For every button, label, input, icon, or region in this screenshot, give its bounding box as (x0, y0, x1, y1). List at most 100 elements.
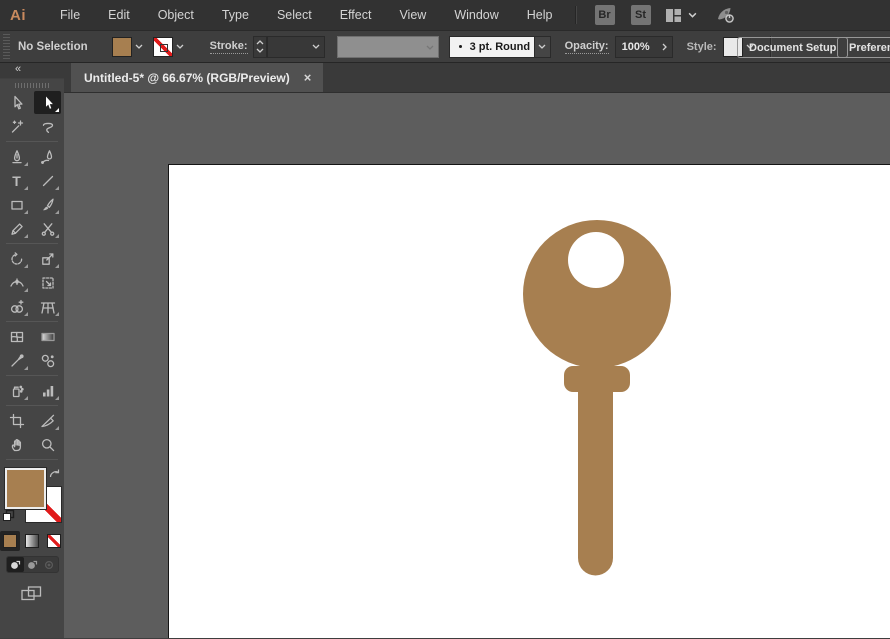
document-setup-button[interactable]: Document Setup (737, 37, 848, 58)
eyedropper-tool-icon (9, 353, 25, 369)
free-transform-tool[interactable] (34, 271, 61, 294)
artboard[interactable] (168, 164, 890, 638)
workspace-switcher-button[interactable] (665, 8, 697, 23)
pasteboard[interactable] (64, 93, 890, 638)
rotate-tool[interactable] (3, 247, 30, 270)
paintbrush-tool-icon (40, 197, 56, 213)
symbol-sprayer-tool[interactable] (3, 379, 30, 402)
preferences-button[interactable]: Preferences (837, 37, 890, 58)
menu-view[interactable]: View (385, 0, 440, 30)
menu-file[interactable]: File (46, 0, 94, 30)
toolbar-grip[interactable] (15, 83, 49, 88)
lasso-tool-icon (40, 119, 56, 135)
curvature-tool[interactable] (34, 145, 61, 168)
fill-color-dropdown[interactable] (112, 36, 147, 58)
draw-behind-icon (26, 559, 38, 571)
direct-selection-tool[interactable] (34, 91, 61, 114)
rectangle-tool[interactable] (3, 193, 30, 216)
shaper-tool[interactable] (3, 217, 30, 240)
toolbar-separator (6, 405, 58, 406)
menu-object[interactable]: Object (144, 0, 208, 30)
chevron-down-icon (256, 48, 264, 53)
zoom-tool-icon (40, 437, 56, 453)
scale-tool[interactable] (34, 247, 61, 270)
width-profile-chevron (423, 37, 438, 59)
brush-definition-face[interactable]: 3 pt. Round (449, 36, 535, 58)
width-tool[interactable] (3, 271, 30, 294)
type-tool-icon: T (12, 174, 21, 188)
magic-wand-tool[interactable] (3, 115, 30, 138)
stroke-weight-stepper[interactable] (253, 36, 267, 58)
draw-normal-button[interactable] (7, 557, 24, 572)
menu-window[interactable]: Window (440, 0, 512, 30)
swap-fill-stroke-icon (48, 468, 61, 480)
default-fill-stroke-button[interactable] (2, 509, 15, 527)
control-bar-grip[interactable] (3, 34, 10, 60)
menu-bar: Ai File Edit Object Type Select Effect V… (0, 0, 890, 30)
mesh-tool[interactable] (3, 325, 30, 348)
opacity-field[interactable]: 100% (615, 36, 673, 58)
lasso-tool[interactable] (34, 115, 61, 138)
stock-button[interactable]: St (631, 5, 651, 25)
opacity-expand-arrow[interactable] (658, 43, 672, 51)
menu-help[interactable]: Help (513, 0, 567, 30)
zoom-tool[interactable] (34, 433, 61, 456)
hand-tool[interactable] (3, 433, 30, 456)
stroke-color-dropdown[interactable] (153, 36, 188, 58)
width-profile-select[interactable] (337, 36, 439, 58)
color-button[interactable] (0, 531, 20, 551)
eyedropper-tool[interactable] (3, 349, 30, 372)
fill-color-swatch[interactable] (112, 37, 132, 57)
none-swatch-icon (47, 534, 61, 548)
toolbar-separator (6, 459, 58, 460)
stroke-weight-label[interactable]: Stroke: (210, 40, 248, 54)
opacity-label[interactable]: Opacity: (565, 40, 609, 54)
paintbrush-tool[interactable] (34, 193, 61, 216)
stroke-color-chevron[interactable] (173, 36, 188, 58)
menu-type[interactable]: Type (208, 0, 263, 30)
column-graph-tool[interactable] (34, 379, 61, 402)
selection-tool[interactable] (3, 91, 30, 114)
stroke-weight-select[interactable] (267, 36, 325, 58)
draw-behind-button[interactable] (24, 557, 41, 572)
fill-color-chevron[interactable] (132, 36, 147, 58)
change-screen-mode-button[interactable] (20, 585, 44, 603)
gradient-tool-icon (40, 329, 56, 345)
key-stem-shape[interactable] (578, 375, 613, 576)
draw-inside-button[interactable] (41, 557, 58, 572)
menu-edit[interactable]: Edit (94, 0, 144, 30)
none-button[interactable] (44, 531, 64, 551)
scissors-tool[interactable] (34, 217, 61, 240)
perspective-grid-tool[interactable] (34, 295, 61, 318)
stroke-weight-chevron[interactable] (309, 36, 324, 58)
key-artwork[interactable] (169, 165, 890, 638)
menu-select[interactable]: Select (263, 0, 326, 30)
shape-builder-tool[interactable] (3, 295, 30, 318)
menu-effect[interactable]: Effect (326, 0, 386, 30)
swap-fill-stroke-button[interactable] (48, 467, 61, 485)
opacity-value: 100% (622, 41, 650, 53)
type-tool[interactable]: T (3, 169, 30, 192)
fill-proxy-swatch[interactable] (5, 468, 46, 509)
brush-definition-select[interactable]: 3 pt. Round (449, 36, 551, 58)
key-hole-shape[interactable] (568, 232, 624, 288)
pen-tool[interactable] (3, 145, 30, 168)
gradient-tool[interactable] (34, 325, 61, 348)
gpu-performance-button[interactable] (715, 5, 737, 25)
tools-panel: « (0, 63, 64, 638)
bridge-button[interactable]: Br (595, 5, 615, 25)
scissors-tool-icon (40, 221, 56, 237)
brush-definition-chevron[interactable] (535, 36, 551, 58)
selection-tool-icon (9, 95, 25, 111)
gradient-button[interactable] (22, 531, 42, 551)
document-tab[interactable]: Untitled-5* @ 66.67% (RGB/Preview) × (71, 63, 323, 92)
blend-tool[interactable] (34, 349, 61, 372)
line-segment-tool[interactable] (34, 169, 61, 192)
artboard-tool[interactable] (3, 409, 30, 432)
tab-close-icon[interactable]: × (304, 71, 312, 84)
toolbar-collapse-button[interactable]: « (0, 63, 64, 79)
slice-tool[interactable] (34, 409, 61, 432)
control-bar: No Selection Stroke: (0, 30, 890, 63)
stroke-color-swatch[interactable] (153, 37, 173, 57)
shape-builder-tool-icon (9, 299, 25, 315)
